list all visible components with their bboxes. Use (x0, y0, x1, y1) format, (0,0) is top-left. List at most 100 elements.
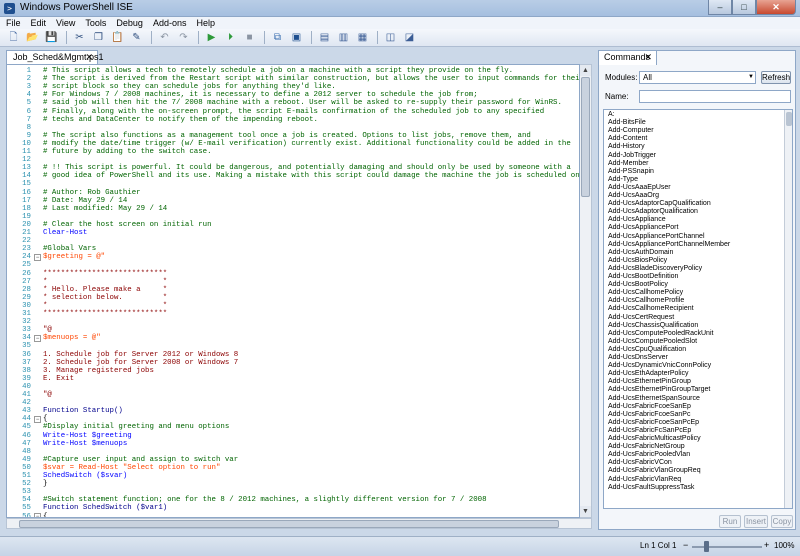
command-list-item[interactable]: Add-UcsAdaptorQualification (608, 208, 698, 216)
command-list-item[interactable]: Add-Member (608, 160, 648, 168)
show-command-window-icon[interactable]: ◪ (402, 31, 417, 45)
command-list-item[interactable]: Add-UcsCallhomeRecipient (608, 305, 694, 313)
command-list-item[interactable]: Add-JobTrigger (608, 152, 656, 160)
command-list-item[interactable]: Add-Computer (608, 127, 654, 135)
script-tab[interactable]: Job_Sched&Mgmt.ps1 ✕ (6, 50, 104, 64)
command-list-item[interactable]: Add-UcsBootDefinition (608, 273, 678, 281)
command-list-item[interactable]: Add-UcsFabricVlanReq (608, 476, 681, 484)
run-icon[interactable]: ▶ (204, 31, 219, 45)
command-list-item[interactable]: Add-UcsAdaptorCapQualification (608, 200, 711, 208)
command-list-item[interactable]: Add-UcsFabricFcoeSanPcEp (608, 419, 699, 427)
command-list-item[interactable]: Add-UcsCertRequest (608, 314, 674, 322)
command-list-item[interactable]: Add-UcsFabricNetGroup (608, 443, 685, 451)
command-list-item[interactable]: Add-UcsFabricFcoeSanEp (608, 403, 691, 411)
commands-list[interactable]: A: Add-BitsFile Add-Computer Add-Content Add… (603, 109, 793, 509)
name-filter-input[interactable] (639, 90, 791, 103)
copy-button[interactable]: Copy (771, 515, 793, 528)
script-editor[interactable]: 1 # This script allows a tech to remotely… (6, 64, 580, 518)
command-list-item[interactable]: Add-UcsEthernetPinGroupTarget (608, 386, 710, 394)
menu-item-view[interactable]: View (56, 17, 75, 29)
command-list-item[interactable]: Add-UcsAppliancePortChannelMember (608, 241, 730, 249)
commands-scrollbar[interactable] (784, 110, 792, 508)
command-list-item[interactable]: Add-UcsEthAdapterPolicy (608, 370, 689, 378)
zoom-slider-thumb[interactable] (704, 541, 709, 552)
command-list-item[interactable]: Add-UcsFabricFcSanPcEp (608, 427, 691, 435)
zoom-out-icon[interactable]: − (683, 540, 688, 550)
command-list-item[interactable]: Add-UcsAaaEpUser (608, 184, 671, 192)
command-list-item[interactable]: Add-UcsAppliancePort (608, 224, 678, 232)
command-list-item[interactable]: Add-UcsBootPolicy (608, 281, 668, 289)
modules-dropdown[interactable]: All ▼ (639, 71, 756, 84)
command-list-item[interactable]: Add-UcsComputePooledSlot (608, 338, 697, 346)
run-selection-icon[interactable]: ⏵ (223, 31, 238, 45)
refresh-button[interactable]: Refresh (761, 71, 791, 84)
command-list-item[interactable]: Add-UcsFabricPooledVlan (608, 451, 690, 459)
save-icon[interactable]: 💾 (44, 31, 59, 45)
command-list-item[interactable]: Add-UcsCpuQualification (608, 346, 686, 354)
command-list-item[interactable]: Add-UcsFabricFcoeSanPc (608, 411, 690, 419)
run-button[interactable]: Run (719, 515, 741, 528)
menu-item-file[interactable]: File (6, 17, 21, 29)
command-list-item[interactable]: Add-Content (608, 135, 647, 143)
new-icon[interactable]: 🗋 (6, 31, 21, 45)
clear-icon[interactable]: ✎ (129, 31, 144, 45)
menu-item-tools[interactable]: Tools (85, 17, 106, 29)
show-script-pane-max-icon[interactable]: ▦ (355, 31, 370, 45)
new-remote-tab-icon[interactable]: ⧉ (270, 31, 285, 45)
scroll-thumb-horizontal[interactable] (19, 520, 559, 528)
collapse-region-icon[interactable]: − (34, 415, 41, 423)
close-commands-icon[interactable]: ✕ (644, 51, 652, 64)
command-list-item[interactable]: Add-UcsFaultSuppressTask (608, 484, 694, 492)
copy-icon[interactable]: ❐ (91, 31, 106, 45)
command-list-item[interactable]: Add-UcsDnsServer (608, 354, 668, 362)
show-script-pane-top-icon[interactable]: ▤ (317, 31, 332, 45)
show-script-pane-right-icon[interactable]: ▥ (336, 31, 351, 45)
menu-item-edit[interactable]: Edit (31, 17, 47, 29)
command-list-item[interactable]: Add-UcsCallhomePolicy (608, 289, 683, 297)
redo-icon[interactable]: ↷ (176, 31, 191, 45)
editor-vertical-scrollbar[interactable]: ▲ ▼ (580, 64, 592, 518)
command-list-item[interactable]: Add-UcsChassisQualification (608, 322, 698, 330)
scroll-down-icon[interactable]: ▼ (580, 506, 591, 517)
command-list-item[interactable]: Add-UcsAaaOrg (608, 192, 659, 200)
commands-scroll-thumb[interactable] (786, 112, 792, 126)
maximize-button[interactable]: □ (732, 0, 756, 15)
command-list-item[interactable]: Add-Type (608, 176, 638, 184)
command-list-item[interactable]: Add-UcsDynamicVnicConnPolicy (608, 362, 711, 370)
scroll-thumb[interactable] (581, 77, 590, 197)
command-list-item[interactable]: Add-UcsFabricVCon (608, 459, 672, 467)
menu-item-help[interactable]: Help (196, 17, 215, 29)
command-list-item[interactable]: A: (608, 111, 615, 119)
command-list-item[interactable]: Add-UcsCallhomeProfile (608, 297, 684, 305)
command-list-item[interactable]: Add-UcsAppliance (608, 216, 666, 224)
scroll-up-icon[interactable]: ▲ (580, 65, 591, 76)
cut-icon[interactable]: ✂ (72, 31, 87, 45)
commands-tab[interactable]: Commands ✕ (599, 51, 657, 65)
command-list-item[interactable]: Add-UcsEthernetPinGroup (608, 378, 691, 386)
collapse-region-icon[interactable]: − (34, 334, 41, 342)
collapse-region-icon[interactable]: − (34, 253, 41, 261)
editor-horizontal-scrollbar[interactable] (6, 518, 592, 529)
command-list-item[interactable]: Add-PSSnapin (608, 168, 654, 176)
zoom-slider[interactable] (692, 546, 762, 548)
insert-button[interactable]: Insert (744, 515, 768, 528)
command-list-item[interactable]: Add-BitsFile (608, 119, 646, 127)
close-tab-icon[interactable]: ✕ (85, 51, 93, 64)
command-list-item[interactable]: Add-UcsAuthDomain (608, 249, 673, 257)
command-list-item[interactable]: Add-History (608, 143, 645, 151)
undo-icon[interactable]: ↶ (157, 31, 172, 45)
command-list-item[interactable]: Add-UcsBiosPolicy (608, 257, 667, 265)
command-list-item[interactable]: Add-UcsBladeDiscoveryPolicy (608, 265, 702, 273)
open-icon[interactable]: 📂 (25, 31, 40, 45)
stop-icon[interactable]: ■ (242, 31, 257, 45)
zoom-in-icon[interactable]: + (764, 540, 769, 550)
paste-icon[interactable]: 📋 (110, 31, 125, 45)
menu-item-debug[interactable]: Debug (116, 17, 143, 29)
show-command-addon-icon[interactable]: ◫ (383, 31, 398, 45)
command-list-item[interactable]: Add-UcsEthernetSpanSource (608, 395, 700, 403)
start-powershell-icon[interactable]: ▣ (289, 31, 304, 45)
minimize-button[interactable]: – (708, 0, 732, 15)
command-list-item[interactable]: Add-UcsFabricMulticastPolicy (608, 435, 701, 443)
command-list-item[interactable]: Add-UcsAppliancePortChannel (608, 233, 705, 241)
command-list-item[interactable]: Add-UcsFabricVlanGroupReq (608, 467, 701, 475)
